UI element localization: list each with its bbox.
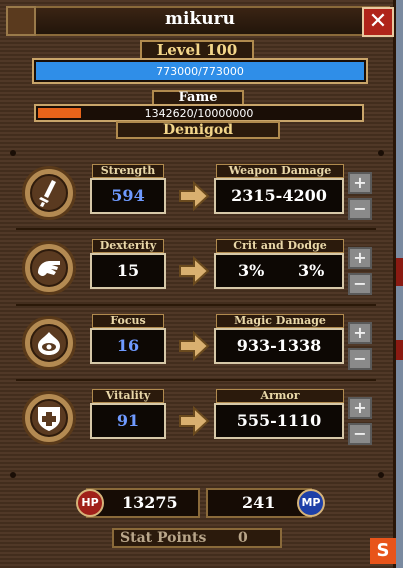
shield-icon xyxy=(30,399,68,437)
arrow-icon xyxy=(178,180,210,212)
arrow-icon xyxy=(178,330,210,362)
stat-points-value: 0 xyxy=(238,530,248,546)
menu-button[interactable] xyxy=(6,6,36,36)
stat-value-focus: 16 xyxy=(90,328,166,364)
row-divider xyxy=(16,379,376,381)
row-divider xyxy=(16,304,376,306)
crit-chance-value: 3% xyxy=(238,261,265,280)
strength-badge xyxy=(22,166,76,220)
dexterity-plus-button[interactable]: + xyxy=(348,247,372,269)
strength-minus-button[interactable]: − xyxy=(348,198,372,220)
fame-bar-text: 1342620/10000000 xyxy=(144,107,254,120)
hp-orb-icon: HP xyxy=(76,489,104,517)
derived-value-focus: 933-1338 xyxy=(214,328,344,364)
rivet xyxy=(378,150,384,156)
stat-row-vitality: Vitality 91 Armor 555-1110 + − xyxy=(16,385,390,449)
experience-bar-text: 773000/773000 xyxy=(156,65,244,78)
rivet xyxy=(10,150,16,156)
focus-minus-button[interactable]: − xyxy=(348,348,372,370)
eye-icon xyxy=(30,324,68,362)
sword-icon xyxy=(30,174,68,212)
arrow-icon xyxy=(178,405,210,437)
derived-label-vitality: Armor xyxy=(216,389,344,403)
arrow-icon xyxy=(178,255,210,287)
fame-rank: Demigod xyxy=(116,121,280,139)
stat-row-focus: Focus 16 Magic Damage 933-1338 + − xyxy=(16,310,390,374)
stat-value-strength: 594 xyxy=(90,178,166,214)
experience-bar: 773000/773000 xyxy=(32,58,368,84)
dodge-chance-value: 3% xyxy=(298,261,325,280)
player-name: mikuru xyxy=(165,9,235,29)
stat-row-dexterity: Dexterity 15 Crit and Dodge 3% 3% + − xyxy=(16,235,390,299)
focus-badge xyxy=(22,316,76,370)
hp-value: 13275 xyxy=(122,493,178,512)
rivet xyxy=(378,472,384,478)
stat-value-dexterity: 15 xyxy=(90,253,166,289)
derived-value-vitality: 555-1110 xyxy=(214,403,344,439)
mp-value: 241 xyxy=(242,493,276,512)
hand-icon xyxy=(30,249,68,287)
rivet xyxy=(10,472,16,478)
mp-orb-icon: MP xyxy=(297,489,325,517)
stat-row-strength: Strength 594 Weapon Damage 2315-4200 + − xyxy=(16,160,390,224)
stat-label-vitality: Vitality xyxy=(92,389,164,403)
stat-points-label: Stat Points xyxy=(120,530,207,546)
strength-plus-button[interactable]: + xyxy=(348,172,372,194)
character-stats-panel: mikuru Level 100 773000/773000 Fame 1342… xyxy=(0,0,396,568)
stat-value-vitality: 91 xyxy=(90,403,166,439)
derived-value-strength: 2315-4200 xyxy=(214,178,344,214)
stat-points: Stat Points 0 xyxy=(112,528,282,548)
focus-plus-button[interactable]: + xyxy=(348,322,372,344)
stat-label-dexterity: Dexterity xyxy=(92,239,164,253)
derived-label-dexterity: Crit and Dodge xyxy=(216,239,344,253)
side-tab[interactable] xyxy=(396,340,403,360)
derived-value-dexterity: 3% 3% xyxy=(214,253,344,289)
dexterity-minus-button[interactable]: − xyxy=(348,273,372,295)
stat-label-focus: Focus xyxy=(92,314,164,328)
dexterity-badge xyxy=(22,241,76,295)
site-logo-icon: S xyxy=(370,538,396,564)
derived-label-focus: Magic Damage xyxy=(216,314,344,328)
level-label: Level 100 xyxy=(140,40,254,60)
close-button[interactable]: ✕ xyxy=(362,7,394,37)
derived-label-strength: Weapon Damage xyxy=(216,164,344,178)
side-tab[interactable] xyxy=(396,258,403,286)
row-divider xyxy=(16,228,376,230)
vitality-minus-button[interactable]: − xyxy=(348,423,372,445)
stat-label-strength: Strength xyxy=(92,164,164,178)
fame-bar: 1342620/10000000 xyxy=(34,104,364,122)
vitality-plus-button[interactable]: + xyxy=(348,397,372,419)
vitality-badge xyxy=(22,391,76,445)
